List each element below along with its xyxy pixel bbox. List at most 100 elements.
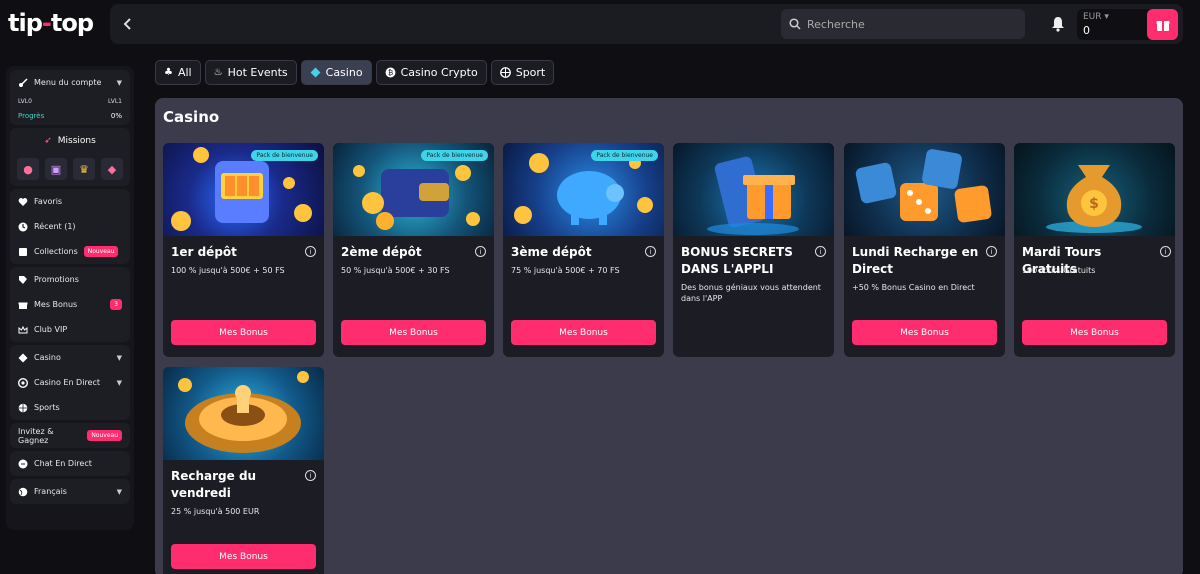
crown-icon xyxy=(18,325,28,335)
brand-logo[interactable]: tip - top xyxy=(8,8,94,38)
account-group: Menu du compte ▼ LVL0 LVL1 Progrès 0% xyxy=(10,70,130,125)
back-button[interactable] xyxy=(118,14,138,34)
chevron-down-icon: ▼ xyxy=(116,78,122,87)
phone-gift-image xyxy=(673,143,834,236)
invite-group: Invitez & Gagnez Nouveau xyxy=(10,423,130,448)
sidebar-item-favoris[interactable]: Favoris xyxy=(10,189,130,214)
tab-casino[interactable]: Casino xyxy=(300,60,372,85)
tab-label: All xyxy=(177,66,192,79)
sidebar: Menu du compte ▼ LVL0 LVL1 Progrès 0% ➶ … xyxy=(6,66,134,530)
bonus-card[interactable]: Pack de bienvenue 1er dépôt i 100 % jusq… xyxy=(163,143,324,357)
mes-bonus-button[interactable]: Mes Bonus xyxy=(852,320,997,345)
sidebar-item-chat[interactable]: Chat En Direct xyxy=(10,451,130,476)
mes-bonus-button[interactable]: Mes Bonus xyxy=(341,320,486,345)
card-title: Recharge du vendredi xyxy=(171,469,257,500)
chat-group: Chat En Direct xyxy=(10,451,130,476)
card-description: 50 % jusqu'à 500€ + 30 FS xyxy=(341,266,450,275)
missions-button[interactable]: ➶ Missions xyxy=(10,128,130,154)
notifications-button[interactable] xyxy=(1051,16,1067,32)
diamond-icon xyxy=(18,353,28,363)
missions-group: ➶ Missions ● ▣ ♛ ◆ xyxy=(10,128,130,186)
sidebar-item-club-vip[interactable]: Club VIP xyxy=(10,317,130,342)
sidebar-item-collections[interactable]: Collections Nouveau xyxy=(10,239,130,264)
key-icon xyxy=(18,77,28,88)
info-icon[interactable]: i xyxy=(305,470,316,481)
club-vip-label: Club VIP xyxy=(34,325,68,334)
pack-badge: Pack de bienvenue xyxy=(421,150,488,161)
card-description: Des bonus géniaux vous attendent dans l'… xyxy=(681,283,821,303)
account-menu[interactable]: Menu du compte ▼ xyxy=(10,70,130,95)
tab-label: Sport xyxy=(515,66,546,79)
bonus-card[interactable]: BONUS SECRETS DANS L'APPLI i Des bonus g… xyxy=(673,143,834,357)
account-menu-label: Menu du compte xyxy=(34,78,102,87)
cashier-button[interactable] xyxy=(1147,9,1178,40)
sidebar-item-mes-bonus[interactable]: Mes Bonus 3 xyxy=(10,292,130,317)
currency-label: EUR xyxy=(1083,12,1102,22)
new-badge: Nouveau xyxy=(87,430,122,441)
personal-group: Favoris Récent (1) Collections Nouveau xyxy=(10,189,130,264)
money-bag-image: $ xyxy=(1014,143,1175,236)
tab-label: Casino xyxy=(325,66,363,79)
mes-bonus-label: Mes Bonus xyxy=(34,300,78,309)
category-tabs: ♣ All ♨ Hot Events Casino ₿ Casino Crypt… xyxy=(155,60,555,85)
search-input[interactable] xyxy=(807,17,1007,31)
dice-image xyxy=(844,143,1005,236)
info-icon[interactable]: i xyxy=(475,246,486,257)
bonus-card[interactable]: Recharge du vendredi i 25 % jusqu'à 500 … xyxy=(163,367,324,574)
language-label: Français xyxy=(34,487,67,496)
info-icon[interactable]: i xyxy=(986,246,997,257)
sidebar-item-promotions[interactable]: Promotions xyxy=(10,267,130,292)
bonus-group: Promotions Mes Bonus 3 Club VIP xyxy=(10,267,130,342)
collections-label: Collections xyxy=(34,247,78,256)
bitcoin-icon: ₿ xyxy=(385,67,396,78)
gamepad-icon[interactable]: ◆ xyxy=(101,158,123,180)
logo-text-dash: - xyxy=(41,9,52,37)
tab-all[interactable]: ♣ All xyxy=(155,60,201,85)
tab-label: Casino Crypto xyxy=(400,66,478,79)
card-title: BONUS SECRETS DANS L'APPLI xyxy=(681,245,793,276)
sidebar-item-casino[interactable]: Casino ▼ xyxy=(10,345,130,370)
tab-hot-events[interactable]: ♨ Hot Events xyxy=(204,60,297,85)
bonus-card[interactable]: $ Mardi Tours Gratuits i 100 Tours Gratu… xyxy=(1014,143,1175,357)
tab-casino-crypto[interactable]: ₿ Casino Crypto xyxy=(375,60,487,85)
progress-row: Progrès 0% xyxy=(10,107,130,125)
svg-text:$: $ xyxy=(1089,196,1099,212)
bonus-card[interactable]: Pack de bienvenue 2ème dépôt i 50 % jusq… xyxy=(333,143,494,357)
bonus-card[interactable]: Pack de bienvenue 3ème dépôt i 75 % jusq… xyxy=(503,143,664,357)
mes-bonus-button[interactable]: Mes Bonus xyxy=(511,320,656,345)
bonus-card[interactable]: Lundi Recharge en Direct i +50 % Bonus C… xyxy=(844,143,1005,357)
trophy-icon[interactable]: ♛ xyxy=(73,158,95,180)
sidebar-item-invite[interactable]: Invitez & Gagnez Nouveau xyxy=(10,423,130,448)
gift-icon xyxy=(18,300,28,310)
level-to: LVL1 xyxy=(108,97,122,105)
mes-bonus-button[interactable]: Mes Bonus xyxy=(171,544,316,569)
sidebar-item-sports[interactable]: Sports xyxy=(10,395,130,420)
mes-bonus-button[interactable]: Mes Bonus xyxy=(171,320,316,345)
chevron-down-icon: ▼ xyxy=(116,378,122,387)
wheel-icon[interactable]: ● xyxy=(17,158,39,180)
search-box[interactable] xyxy=(781,9,1025,39)
basketball-icon xyxy=(499,67,511,78)
tab-sport[interactable]: Sport xyxy=(490,60,555,85)
logo-text-b: top xyxy=(50,9,94,37)
diamond-icon xyxy=(310,67,321,78)
sidebar-item-recent[interactable]: Récent (1) xyxy=(10,214,130,239)
info-icon[interactable]: i xyxy=(305,246,316,257)
panel-title: Casino xyxy=(163,108,220,126)
mes-bonus-button[interactable]: Mes Bonus xyxy=(1022,320,1167,345)
promotions-label: Promotions xyxy=(34,275,79,284)
chest-icon[interactable]: ▣ xyxy=(45,158,67,180)
casino-direct-label: Casino En Direct xyxy=(34,378,101,387)
info-icon[interactable]: i xyxy=(1160,246,1171,257)
info-icon[interactable]: i xyxy=(815,246,826,257)
ball-icon xyxy=(18,403,28,413)
card-description: 100 % jusqu'à 500€ + 50 FS xyxy=(171,266,285,275)
info-icon[interactable]: i xyxy=(645,246,656,257)
language-selector[interactable]: Français ▼ xyxy=(10,479,130,504)
progress-label: Progrès xyxy=(18,112,45,120)
card-title: 1er dépôt xyxy=(171,245,237,259)
heart-icon xyxy=(18,197,28,207)
currency-selector[interactable]: EUR ▾ xyxy=(1083,12,1109,22)
sidebar-item-casino-direct[interactable]: Casino En Direct ▼ xyxy=(10,370,130,395)
piggy-bank-image: Pack de bienvenue xyxy=(503,143,664,236)
